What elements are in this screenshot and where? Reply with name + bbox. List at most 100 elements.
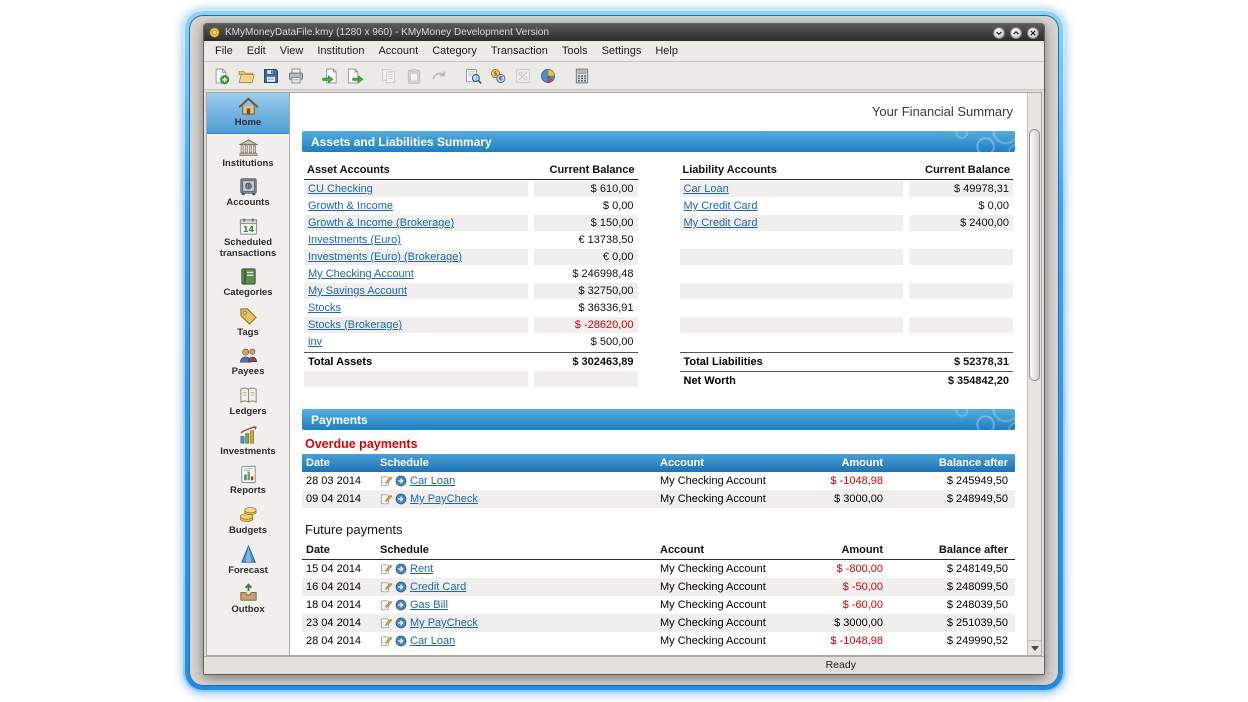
- sidebar-item-label: Scheduled transactions: [209, 238, 287, 259]
- account-link[interactable]: Car Loan: [684, 183, 729, 195]
- account-link[interactable]: Investments (Euro): [308, 234, 401, 246]
- sidebar-item-label: Budgets: [229, 526, 267, 537]
- toolbar-button[interactable]: [403, 65, 425, 87]
- sidebar-item-icon: [238, 464, 259, 485]
- vertical-scrollbar[interactable]: [1027, 93, 1041, 655]
- account-link[interactable]: Growth & Income: [308, 200, 393, 212]
- menu-item[interactable]: Edit: [240, 43, 273, 59]
- scroll-down-button[interactable]: [1028, 640, 1041, 655]
- sidebar-item[interactable]: Outbox: [207, 580, 289, 620]
- toolbar-button[interactable]: [210, 65, 232, 87]
- overdue-header-row: Date Schedule Account Amount Balance aft…: [302, 454, 1015, 472]
- minimize-button[interactable]: [993, 27, 1005, 39]
- account-link[interactable]: inv: [308, 336, 322, 348]
- enter-schedule-icon[interactable]: [395, 475, 407, 487]
- future-header-row: Date Schedule Account Amount Balance aft…: [302, 541, 1015, 560]
- asset-account-row: inv $ 500,00: [304, 334, 638, 350]
- account-link[interactable]: Stocks: [308, 302, 341, 314]
- home-view: Your Financial Summary Assets and Liabil…: [290, 93, 1027, 655]
- toolbar-button[interactable]: [462, 65, 484, 87]
- toolbar-button[interactable]: [512, 65, 534, 87]
- schedule-link[interactable]: Gas Bill: [410, 599, 448, 611]
- toolbar-button[interactable]: [428, 65, 450, 87]
- edit-schedule-icon[interactable]: [380, 493, 392, 505]
- account-link[interactable]: Growth & Income (Brokerage): [308, 217, 454, 229]
- toolbar-button[interactable]: [260, 65, 282, 87]
- menu-item[interactable]: Institution: [310, 43, 371, 59]
- account-balance: $ -28620,00: [534, 317, 638, 333]
- sidebar-item-label: Categories: [223, 288, 272, 299]
- enter-schedule-icon[interactable]: [395, 599, 407, 611]
- sidebar-item[interactable]: Investments: [207, 422, 289, 462]
- account-link[interactable]: My Credit Card: [684, 217, 758, 229]
- sidebar-item[interactable]: 14 Scheduled transactions: [207, 213, 289, 263]
- menu-item[interactable]: Transaction: [484, 43, 555, 59]
- enter-schedule-icon[interactable]: [395, 493, 407, 505]
- edit-schedule-icon[interactable]: [380, 563, 392, 575]
- edit-schedule-icon[interactable]: [380, 599, 392, 611]
- toolbar-button[interactable]: [235, 65, 257, 87]
- schedule-link[interactable]: My PayCheck: [410, 617, 478, 629]
- sidebar-item[interactable]: Accounts: [207, 173, 289, 213]
- toolbar-button[interactable]: [378, 65, 400, 87]
- menu-item[interactable]: Account: [371, 43, 425, 59]
- sidebar-item-label: Investments: [220, 447, 275, 458]
- col-balance-after: Balance after: [890, 544, 1015, 556]
- payment-date: 28 04 2014: [302, 635, 376, 647]
- schedule-link[interactable]: Car Loan: [410, 635, 455, 647]
- sidebar-item[interactable]: Tags: [207, 303, 289, 343]
- sidebar-item[interactable]: Home: [207, 93, 289, 134]
- enter-schedule-icon[interactable]: [395, 563, 407, 575]
- schedule-link[interactable]: Credit Card: [410, 581, 466, 593]
- edit-schedule-icon[interactable]: [380, 635, 392, 647]
- account-link[interactable]: Stocks (Brokerage): [308, 319, 402, 331]
- edit-schedule-icon[interactable]: [380, 475, 392, 487]
- toolbar-button[interactable]: [537, 65, 559, 87]
- maximize-button[interactable]: [1010, 27, 1022, 39]
- menu-item[interactable]: View: [273, 43, 311, 59]
- menu-item[interactable]: Tools: [555, 43, 595, 59]
- enter-schedule-icon[interactable]: [395, 581, 407, 593]
- schedule-link[interactable]: Car Loan: [410, 475, 455, 487]
- sidebar-item[interactable]: Categories: [207, 263, 289, 303]
- payments-band: Payments: [302, 409, 1015, 430]
- sidebar-item[interactable]: Institutions: [207, 134, 289, 174]
- toolbar-button[interactable]: $€: [487, 65, 509, 87]
- account-link[interactable]: CU Checking: [308, 183, 373, 195]
- account-link[interactable]: Investments (Euro) (Brokerage): [308, 251, 462, 263]
- account-link[interactable]: My Credit Card: [684, 200, 758, 212]
- enter-schedule-icon[interactable]: [395, 635, 407, 647]
- sidebar-item[interactable]: Payees: [207, 342, 289, 382]
- account-balance: $ 0,00: [909, 198, 1013, 214]
- menu-item[interactable]: Category: [425, 43, 484, 59]
- menu-item[interactable]: Help: [648, 43, 685, 59]
- menu-item[interactable]: Settings: [595, 43, 649, 59]
- enter-schedule-icon[interactable]: [395, 617, 407, 629]
- payment-balance-after: $ 249990,52: [890, 635, 1015, 647]
- sidebar-item[interactable]: Budgets: [207, 501, 289, 541]
- titlebar[interactable]: KMyMoneyDataFile.kmy (1280 x 960) - KMyM…: [204, 24, 1044, 41]
- sidebar-item[interactable]: Ledgers: [207, 382, 289, 422]
- schedule-link[interactable]: My PayCheck: [410, 493, 478, 505]
- toolbar-button[interactable]: [285, 65, 307, 87]
- toolbar-button[interactable]: [571, 65, 593, 87]
- toolbar-button[interactable]: [319, 65, 341, 87]
- account-link[interactable]: My Savings Account: [308, 285, 407, 297]
- account-balance: € 0,00: [534, 249, 638, 265]
- desktop: KMyMoneyDataFile.kmy (1280 x 960) - KMyM…: [189, 15, 1059, 686]
- toolbar-button[interactable]: [344, 65, 366, 87]
- edit-schedule-icon[interactable]: [380, 581, 392, 593]
- toolbar: $€: [204, 62, 1044, 90]
- future-payments-title: Future payments: [305, 522, 1015, 537]
- close-button[interactable]: [1027, 27, 1039, 39]
- sidebar-item-icon: [238, 345, 259, 366]
- sidebar-item[interactable]: Reports: [207, 461, 289, 501]
- menu-item[interactable]: File: [208, 43, 240, 59]
- account-link[interactable]: My Checking Account: [308, 268, 414, 280]
- asset-table-header: Asset Accounts Current Balance: [304, 161, 638, 180]
- schedule-link[interactable]: Rent: [410, 563, 433, 575]
- sidebar-item[interactable]: Forecast: [207, 541, 289, 581]
- edit-schedule-icon[interactable]: [380, 617, 392, 629]
- liability-account-row: [680, 232, 1014, 248]
- scrollbar-thumb[interactable]: [1029, 129, 1040, 381]
